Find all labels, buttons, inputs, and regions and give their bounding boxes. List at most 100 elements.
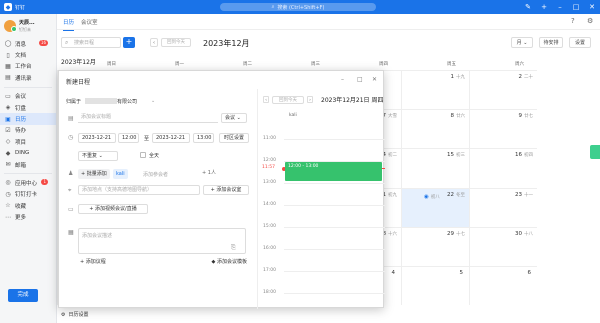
view-select[interactable]: 月 ⌄: [511, 37, 533, 48]
done-button[interactable]: 完成: [8, 289, 38, 302]
description-placeholder: 添加会议描述: [82, 233, 113, 239]
attachment-icon[interactable]: ⎘: [231, 244, 236, 252]
location-input[interactable]: 添加地点（支持高德地图导航）: [78, 185, 200, 195]
day-cell[interactable]: 9 廿七: [469, 109, 537, 148]
batch-add-button[interactable]: + 批量添加: [78, 169, 110, 179]
hour-gridline: [284, 205, 385, 206]
calendar-settings-button[interactable]: 设置: [569, 37, 591, 48]
sidebar-item-8[interactable]: ◇ 项目: [0, 136, 56, 147]
sidebar-item-13[interactable]: ☆ 收藏: [0, 200, 56, 211]
day-cell[interactable]: 6: [469, 266, 537, 305]
prev-month-button[interactable]: ‹: [150, 38, 158, 47]
day-cell[interactable]: 30 十八: [469, 227, 537, 266]
avatar[interactable]: [4, 20, 17, 32]
sidebar-item-9[interactable]: ◆ DING: [0, 148, 56, 159]
day-cell[interactable]: 16 初四: [469, 148, 537, 188]
tab-meeting-room[interactable]: 会议室: [81, 18, 98, 26]
event-search-input[interactable]: ⌕ 搜索日程: [61, 37, 121, 48]
lunar-date: 十六: [388, 232, 397, 237]
maximize-button[interactable]: □: [568, 0, 584, 14]
help-icon[interactable]: ?: [571, 17, 575, 25]
allday-checkbox[interactable]: [140, 152, 146, 158]
hour-gridline: [284, 249, 385, 250]
add-agenda-button[interactable]: + 添加议程: [80, 258, 114, 268]
sidebar-item-3[interactable]: ▤ 通讯录: [0, 72, 56, 83]
type-select[interactable]: 会议 ⌄: [221, 113, 247, 123]
day-cell[interactable]: 8 廿六: [401, 109, 469, 148]
more-icon: ⋯: [5, 213, 11, 221]
dialog-minimize-button[interactable]: –: [341, 76, 344, 83]
hour-label: 17:00: [263, 268, 276, 273]
sidebar-item-1[interactable]: ▯ 文档: [0, 49, 56, 60]
add-template-button[interactable]: ◆ 添加会议模板: [191, 258, 247, 268]
minimize-button[interactable]: –: [552, 0, 568, 14]
global-search[interactable]: ⌕ 搜索 (Ctrl+Shift+F): [220, 3, 376, 11]
chevron-down-icon[interactable]: ⌄: [151, 98, 155, 104]
calendar-settings-link[interactable]: ⚙ 日历设置: [57, 311, 89, 319]
start-date-field[interactable]: 2023-12-21: [78, 133, 116, 143]
add-event-button[interactable]: +: [123, 37, 135, 48]
lunar-date: 初四: [524, 153, 533, 158]
sidebar-item-0[interactable]: ◯ 消息 16: [0, 38, 56, 49]
day-number-value: 4: [391, 270, 396, 276]
sidebar-item-11[interactable]: ◎ 应用中心 1: [0, 177, 56, 188]
month-title: 2023年12月: [203, 39, 250, 48]
assistant-icon[interactable]: [590, 145, 600, 159]
add-icon[interactable]: +: [536, 0, 552, 14]
sidebar-item-5[interactable]: ◈ 钉盘: [0, 102, 56, 113]
unread-badge: 1: [41, 179, 48, 186]
day-cell[interactable]: 29 十七: [401, 227, 469, 266]
pending-button[interactable]: 待安排: [539, 37, 563, 48]
day-cell[interactable]: 15 初三: [401, 148, 469, 188]
day-cell[interactable]: 23 十一: [469, 188, 537, 227]
day-cell[interactable]: 22 冬至 ◉ 初八: [401, 188, 469, 227]
owner-company[interactable]: 有限公司: [117, 98, 137, 105]
close-button[interactable]: ✕: [584, 0, 600, 14]
sidebar-item-10[interactable]: ✉ 邮箱: [0, 159, 56, 170]
end-date-field[interactable]: 2023-12-21: [152, 133, 190, 143]
view-select-label: 月: [516, 40, 522, 46]
start-time-field[interactable]: 12:00: [118, 133, 139, 143]
hour-gridline: [284, 293, 385, 294]
day-cell[interactable]: 2 二十: [469, 70, 537, 109]
day-cell[interactable]: 5: [401, 266, 469, 305]
next-day-button[interactable]: ›: [307, 96, 313, 103]
pin-icon[interactable]: ✎: [520, 0, 536, 14]
sidebar-item-4[interactable]: ▭ 会议: [0, 91, 56, 102]
sidebar-item-6[interactable]: ▣ 日历: [0, 113, 56, 125]
user-icon: ♟: [68, 170, 74, 177]
tab-calendar[interactable]: 日历: [63, 18, 75, 31]
day-cell[interactable]: 1 十九: [401, 70, 469, 109]
today-button[interactable]: 回到今天: [161, 38, 191, 47]
batch-add-label: 批量添加: [86, 171, 107, 177]
sidebar-item-12[interactable]: ◷ 钉钉打卡: [0, 189, 56, 200]
attendee-name: kali: [116, 171, 125, 177]
attendee-count: + 1人: [202, 170, 216, 176]
video-icon: ▭: [68, 206, 74, 213]
timezone-button[interactable]: 时区设置: [219, 133, 249, 143]
draft-event-block[interactable]: 12:00 - 13:00: [285, 161, 382, 181]
sidebar-item-2[interactable]: ▦ 工作台: [0, 61, 56, 72]
attendee-input[interactable]: 添加参会者: [143, 171, 168, 178]
prev-day-button[interactable]: ‹: [263, 96, 269, 103]
lunar-date: 十八: [524, 232, 533, 237]
settings-icon[interactable]: ⚙: [587, 17, 593, 25]
add-video-label: 添加视频会议/直播: [95, 206, 137, 212]
add-room-button[interactable]: + 添加会议室: [203, 185, 249, 195]
day-number-value: 15: [447, 152, 454, 158]
description-input[interactable]: 添加会议描述: [78, 228, 246, 254]
profile[interactable]: 天辰... 钉钉未: [0, 14, 56, 38]
dialog-close-button[interactable]: ✕: [372, 76, 377, 83]
sidebar-item-14[interactable]: ⋯ 更多: [0, 211, 56, 222]
today-dot-icon: ◉: [424, 194, 429, 200]
end-time-field[interactable]: 13:00: [193, 133, 214, 143]
attendee-chip[interactable]: kali: [113, 169, 128, 179]
add-video-meeting-button[interactable]: + 添加视频会议/直播: [78, 204, 148, 214]
preview-today-button[interactable]: 回到今天: [272, 96, 304, 104]
sidebar-item-7[interactable]: ☑ 待办: [0, 125, 56, 136]
day-number: 16 初四: [515, 152, 533, 158]
lunar-date: 十九: [456, 75, 465, 80]
repeat-select[interactable]: 不重复 ⌄: [78, 151, 118, 161]
title-input[interactable]: 添加会议标题: [78, 113, 218, 123]
dialog-maximize-button[interactable]: □: [357, 76, 363, 83]
